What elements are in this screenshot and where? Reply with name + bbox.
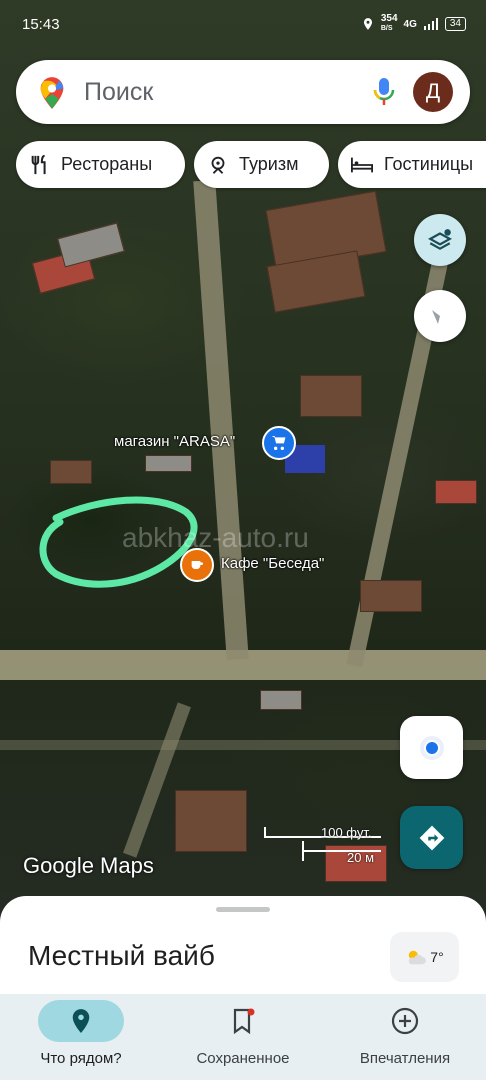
chip-hotels[interactable]: Гостиницы xyxy=(338,141,486,188)
network-type: 4G xyxy=(403,18,417,30)
net-speed: 354 B/S xyxy=(381,14,398,34)
weather-chip[interactable]: 7° xyxy=(390,932,459,982)
directions-button[interactable] xyxy=(400,806,463,869)
nav-label: Сохраненное xyxy=(196,1050,290,1067)
status-icons: 354 B/S 4G 34 xyxy=(361,14,466,34)
chip-label: Рестораны xyxy=(61,154,153,174)
bottom-navigation: Что рядом? Сохраненное Впечатления xyxy=(0,994,486,1080)
building xyxy=(300,375,362,417)
building xyxy=(57,222,125,268)
restaurant-icon xyxy=(31,154,46,174)
tourism-icon xyxy=(211,156,225,174)
scale-meters: 20 м xyxy=(347,850,375,865)
add-circle-icon xyxy=(391,1007,419,1035)
chip-label: Гостиницы xyxy=(384,154,474,174)
search-input[interactable]: Поиск xyxy=(84,78,153,107)
building xyxy=(175,790,247,852)
battery-indicator: 34 xyxy=(444,17,466,31)
building xyxy=(50,460,92,484)
google-maps-logo: Google Maps xyxy=(23,853,154,878)
google-maps-pin-icon xyxy=(40,77,64,109)
building xyxy=(360,580,422,612)
hotel-icon xyxy=(351,157,373,172)
bottom-sheet[interactable]: Местный вайб 7° xyxy=(0,896,486,996)
nav-label: Впечатления xyxy=(359,1050,451,1067)
shop-poi-icon[interactable] xyxy=(262,426,296,460)
watermark: abkhaz-auto.ru xyxy=(122,522,309,553)
search-bar[interactable]: Поиск Д xyxy=(16,60,470,124)
sheet-title: Местный вайб xyxy=(28,940,215,971)
cafe-poi-icon[interactable] xyxy=(180,548,214,582)
microphone-icon[interactable] xyxy=(372,76,396,108)
building xyxy=(435,480,477,504)
status-time: 15:43 xyxy=(22,16,60,33)
weather-temp: 7° xyxy=(430,949,444,965)
my-location-icon xyxy=(419,735,444,760)
building xyxy=(145,455,192,472)
sheet-handle[interactable] xyxy=(216,907,270,912)
partly-cloudy-icon xyxy=(409,950,427,965)
status-bar: 15:43 354 B/S 4G 34 xyxy=(0,0,486,46)
compass-icon xyxy=(432,310,448,324)
chip-restaurants[interactable]: Рестораны xyxy=(16,141,185,188)
signal-icon xyxy=(423,18,438,30)
compass-button[interactable] xyxy=(414,290,466,342)
net-speed-unit: B/S xyxy=(380,25,393,32)
nav-contribute[interactable]: Впечатления xyxy=(324,994,486,1080)
my-location-button[interactable] xyxy=(400,716,463,779)
nav-label: Что рядом? xyxy=(40,1050,122,1067)
chip-label: Туризм xyxy=(239,154,299,174)
nav-saved-icon-container xyxy=(200,1000,286,1042)
cafe-poi-label[interactable]: Кафе "Беседа" xyxy=(221,555,324,572)
shop-poi-label[interactable]: магазин "ARASA" xyxy=(114,433,235,450)
directions-icon xyxy=(419,825,444,850)
nav-contribute-icon-container xyxy=(362,1000,448,1042)
scale-feet: 100 фут. xyxy=(321,825,372,840)
net-speed-value: 354 xyxy=(380,13,398,24)
nav-saved[interactable]: Сохраненное xyxy=(162,994,324,1080)
bookmark-icon xyxy=(233,1008,255,1035)
building xyxy=(260,690,302,710)
location-status-icon xyxy=(363,18,372,30)
location-pin-icon xyxy=(72,1009,90,1033)
layers-icon xyxy=(428,229,452,250)
nav-explore-icon-container xyxy=(38,1000,124,1042)
avatar[interactable]: Д xyxy=(413,72,453,112)
chip-tourism[interactable]: Туризм xyxy=(194,141,329,188)
nav-explore[interactable]: Что рядом? xyxy=(0,994,162,1080)
layers-button[interactable] xyxy=(414,214,466,266)
